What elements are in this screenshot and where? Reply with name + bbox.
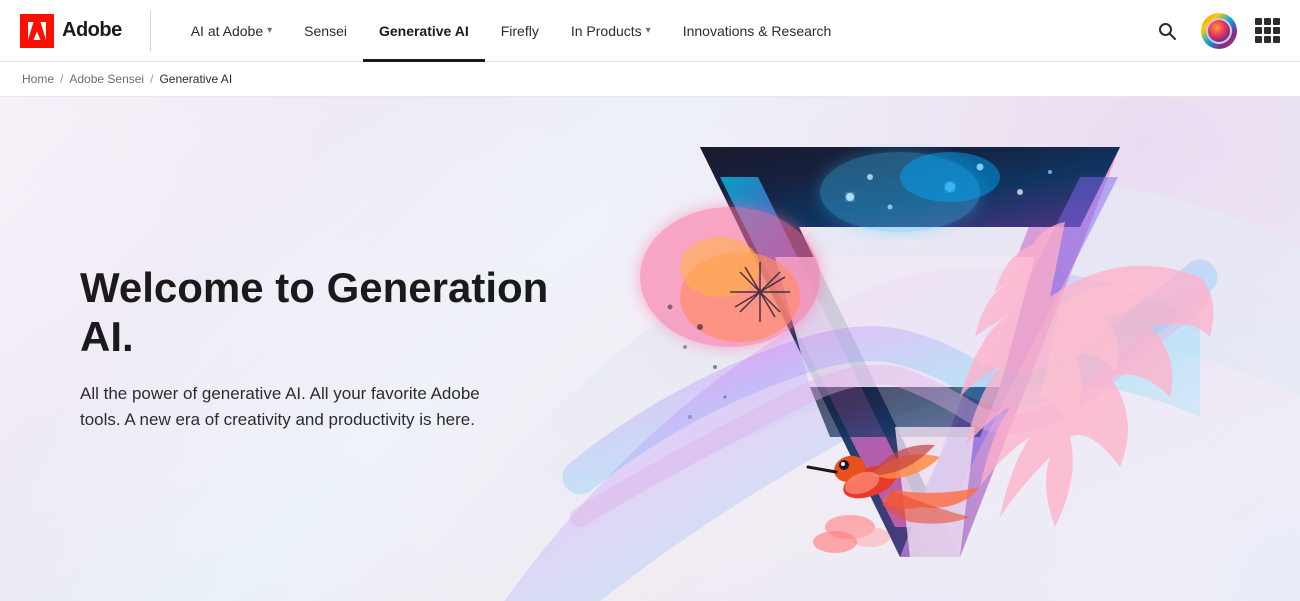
nav-divider (150, 11, 151, 51)
nav-link-generative-ai[interactable]: Generative AI (363, 0, 485, 62)
nav-link-in-products[interactable]: In Products ▾ (555, 0, 667, 62)
breadcrumb-home[interactable]: Home (22, 72, 54, 86)
hero-content: Welcome to Generation AI. All the power … (0, 264, 560, 433)
breadcrumb: Home / Adobe Sensei / Generative AI (0, 62, 1300, 97)
apps-button[interactable] (1255, 18, 1280, 43)
hero-subtitle: All the power of generative AI. All your… (80, 381, 520, 434)
logo[interactable]: Adobe (20, 14, 122, 48)
avatar[interactable] (1201, 13, 1237, 49)
nav-right (1151, 13, 1280, 49)
breadcrumb-current: Generative AI (159, 72, 232, 86)
nav-link-ai-at-adobe[interactable]: AI at Adobe ▾ (175, 0, 288, 62)
search-icon (1157, 21, 1177, 41)
chevron-down-icon: ▾ (646, 25, 651, 36)
hero-section: Welcome to Generation AI. All the power … (0, 97, 1300, 601)
chevron-down-icon: ▾ (267, 25, 272, 36)
nav-link-sensei[interactable]: Sensei (288, 0, 363, 62)
nav-links: AI at Adobe ▾ Sensei Generative AI Firef… (175, 0, 1151, 62)
search-button[interactable] (1151, 15, 1183, 47)
adobe-icon (20, 14, 54, 48)
avatar-image (1206, 18, 1232, 44)
hero-title: Welcome to Generation AI. (80, 264, 560, 361)
breadcrumb-sensei[interactable]: Adobe Sensei (69, 72, 144, 86)
navbar: Adobe AI at Adobe ▾ Sensei Generative AI… (0, 0, 1300, 62)
nav-link-innovations-research[interactable]: Innovations & Research (667, 0, 848, 62)
logo-text: Adobe (62, 19, 122, 42)
nav-link-firefly[interactable]: Firefly (485, 0, 555, 62)
